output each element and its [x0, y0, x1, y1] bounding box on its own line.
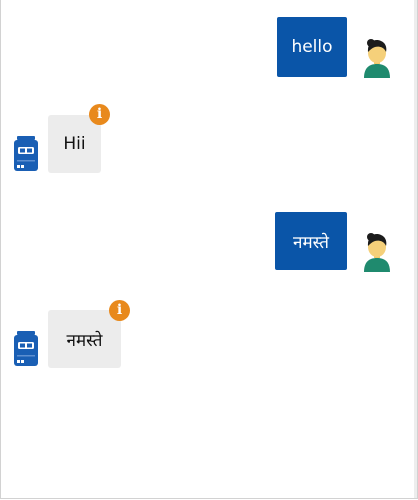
- bot-message-bubble: Hii: [48, 115, 101, 173]
- bot-avatar-icon: [14, 136, 38, 174]
- user-message-bubble: hello: [277, 17, 347, 77]
- scrollbar[interactable]: [414, 0, 417, 498]
- bot-message-bubble: नमस्ते: [48, 310, 121, 368]
- info-icon[interactable]: i: [109, 300, 130, 321]
- info-icon[interactable]: i: [89, 104, 110, 125]
- user-avatar-icon: [362, 38, 392, 78]
- bot-avatar-icon: [14, 331, 38, 369]
- user-avatar-icon: [362, 232, 392, 272]
- user-message-bubble: नमस्ते: [275, 212, 347, 270]
- chat-window: hello Hii i नमस्ते नमस्ते i: [0, 0, 418, 499]
